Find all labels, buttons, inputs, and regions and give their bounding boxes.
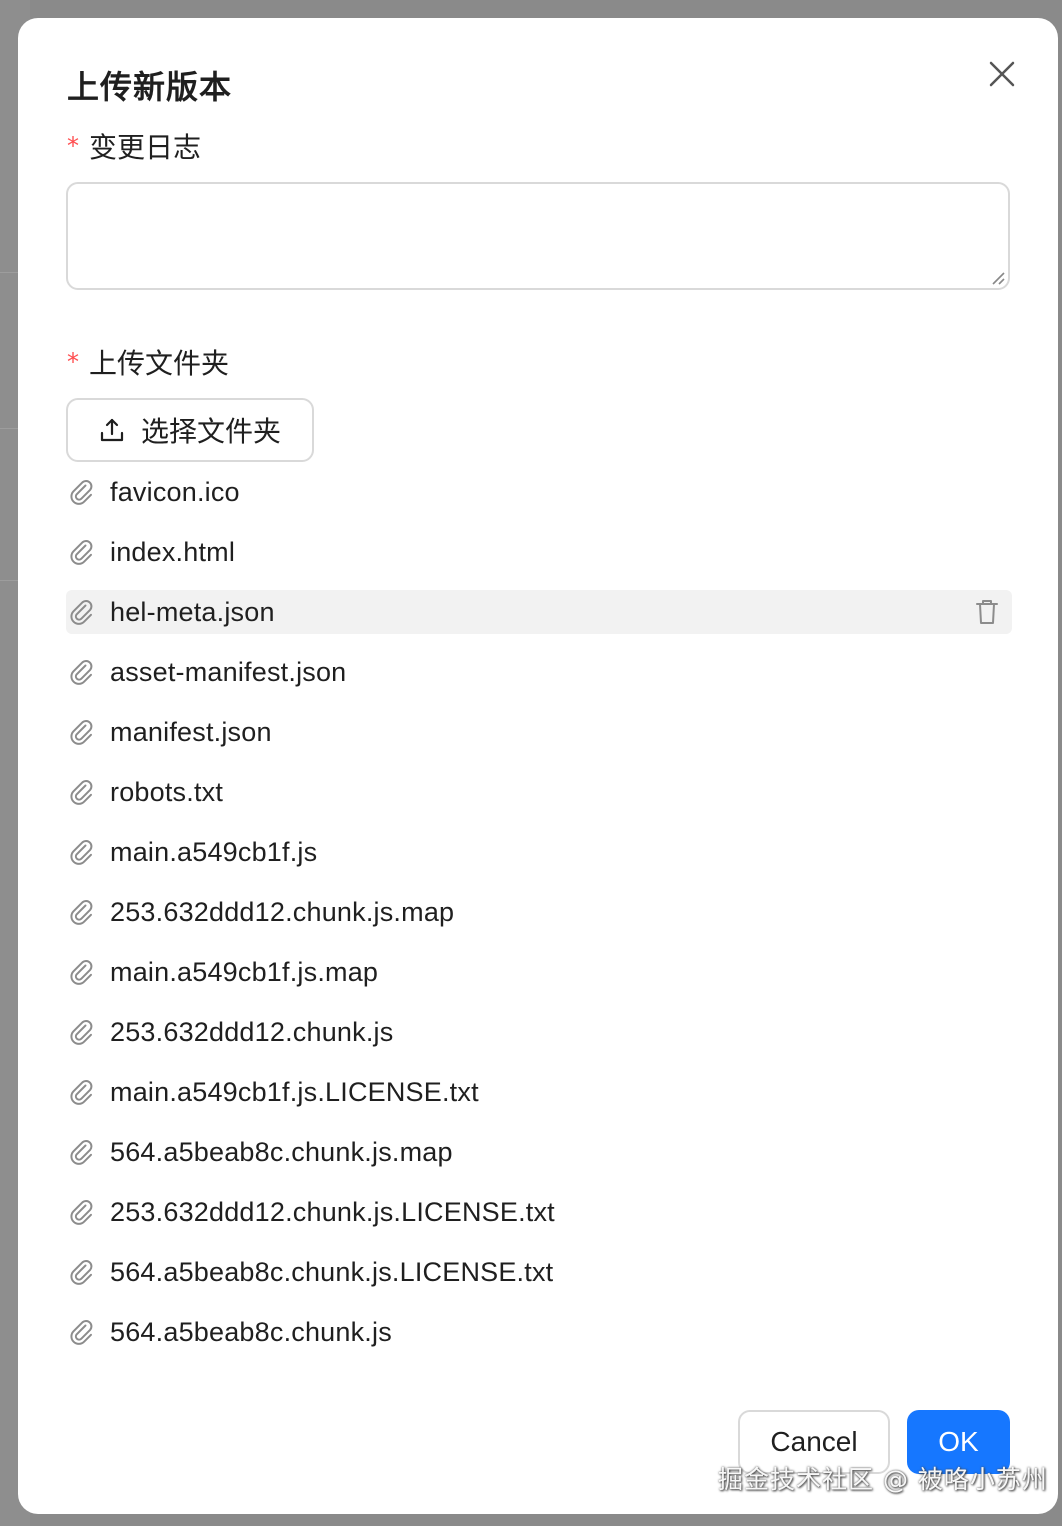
file-name[interactable]: 564.a5beab8c.chunk.js	[110, 1317, 392, 1348]
file-name[interactable]: robots.txt	[110, 777, 223, 808]
file-list-item[interactable]: main.a549cb1f.js	[66, 830, 1012, 874]
file-name[interactable]: 564.a5beab8c.chunk.js.map	[110, 1137, 453, 1168]
file-list-item[interactable]: index.html	[66, 530, 1012, 574]
close-icon	[989, 61, 1015, 87]
file-list-item[interactable]: manifest.json	[66, 710, 1012, 754]
paperclip-icon	[68, 1018, 96, 1046]
paperclip-icon	[68, 1318, 96, 1346]
file-name[interactable]: main.a549cb1f.js.map	[110, 957, 378, 988]
file-name[interactable]: asset-manifest.json	[110, 657, 346, 688]
file-name[interactable]: favicon.ico	[110, 477, 240, 508]
file-list-item[interactable]: 253.632ddd12.chunk.js	[66, 1010, 1012, 1054]
file-name[interactable]: main.a549cb1f.js	[110, 837, 317, 868]
upload-folder-label: * 上传文件夹	[67, 342, 229, 382]
file-name[interactable]: 564.a5beab8c.chunk.js.LICENSE.txt	[110, 1257, 553, 1288]
file-list-item[interactable]: main.a549cb1f.js.LICENSE.txt	[66, 1070, 1012, 1114]
file-list-item[interactable]: 253.632ddd12.chunk.js.LICENSE.txt	[66, 1190, 1012, 1234]
file-name[interactable]: hel-meta.json	[110, 597, 275, 628]
file-list-item[interactable]: 253.632ddd12.chunk.js.map	[66, 890, 1012, 934]
uploaded-file-list: favicon.ico index.html hel-meta.json asset-…	[66, 470, 1012, 1370]
file-name[interactable]: 253.632ddd12.chunk.js.LICENSE.txt	[110, 1197, 555, 1228]
file-name[interactable]: 253.632ddd12.chunk.js	[110, 1017, 393, 1048]
select-folder-button[interactable]: 选择文件夹	[66, 398, 314, 462]
paperclip-icon	[68, 1078, 96, 1106]
paperclip-icon	[68, 1138, 96, 1166]
watermark: 掘金技术社区 @ 被咯小苏州	[718, 1465, 1048, 1494]
file-list-item[interactable]: robots.txt	[66, 770, 1012, 814]
select-folder-button-label: 选择文件夹	[140, 415, 281, 448]
upload-icon	[100, 418, 124, 442]
paperclip-icon	[68, 958, 96, 986]
changelog-textarea[interactable]	[66, 182, 1010, 290]
required-mark: *	[67, 348, 79, 376]
upload-folder-label-text: 上传文件夹	[89, 347, 230, 380]
file-name[interactable]: manifest.json	[110, 717, 272, 748]
file-list-item[interactable]: asset-manifest.json	[66, 650, 1012, 694]
resize-handle-icon[interactable]	[990, 270, 1006, 286]
file-name[interactable]: index.html	[110, 537, 235, 568]
file-list-item[interactable]: 564.a5beab8c.chunk.js.LICENSE.txt	[66, 1250, 1012, 1294]
paperclip-icon	[68, 598, 96, 626]
paperclip-icon	[68, 478, 96, 506]
paperclip-icon	[68, 898, 96, 926]
file-list-item[interactable]: 564.a5beab8c.chunk.js	[66, 1310, 1012, 1354]
file-list-item[interactable]: main.a549cb1f.js.map	[66, 950, 1012, 994]
modal-title: 上传新版本	[67, 68, 233, 106]
changelog-label: * 变更日志	[67, 126, 201, 166]
file-list-item[interactable]: 564.a5beab8c.chunk.js.map	[66, 1130, 1012, 1174]
file-name[interactable]: 253.632ddd12.chunk.js.map	[110, 897, 454, 928]
paperclip-icon	[68, 658, 96, 686]
file-list-item[interactable]: hel-meta.json	[66, 590, 1012, 634]
paperclip-icon	[68, 538, 96, 566]
changelog-label-text: 变更日志	[89, 131, 202, 164]
file-name[interactable]: main.a549cb1f.js.LICENSE.txt	[110, 1077, 479, 1108]
paperclip-icon	[68, 838, 96, 866]
close-button[interactable]	[984, 56, 1020, 92]
upload-version-modal: 上传新版本 * 变更日志 * 上传文件夹 选择文件夹 favicon.ico inde…	[18, 18, 1058, 1514]
paperclip-icon	[68, 1258, 96, 1286]
paperclip-icon	[68, 778, 96, 806]
paperclip-icon	[68, 1198, 96, 1226]
file-list-item[interactable]: favicon.ico	[66, 470, 1012, 514]
trash-icon[interactable]	[972, 597, 1002, 627]
paperclip-icon	[68, 718, 96, 746]
required-mark: *	[67, 132, 79, 160]
